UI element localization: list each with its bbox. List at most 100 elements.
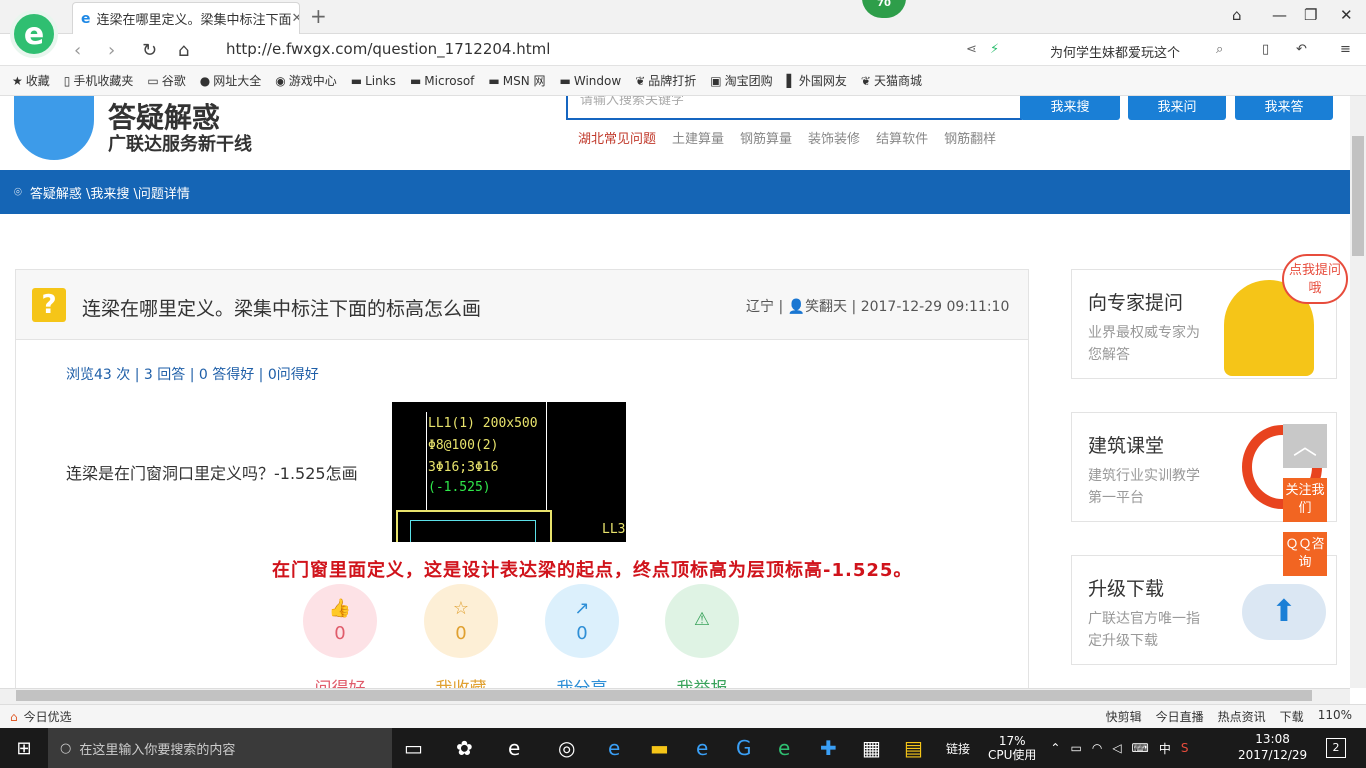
search-button[interactable]: 我来搜: [1020, 96, 1120, 120]
share-label[interactable]: 我分享: [545, 674, 619, 688]
report-label[interactable]: 我举报: [665, 674, 739, 688]
bookmark-item[interactable]: ❦ 品牌打折: [635, 72, 696, 89]
refresh-icon[interactable]: ↻: [142, 40, 157, 61]
bookmark-item[interactable]: ▬ Microsof: [410, 74, 474, 88]
qq-consult-button[interactable]: ＱＱ咨询: [1283, 532, 1327, 576]
like-label[interactable]: 问得好: [303, 674, 377, 688]
question-author[interactable]: 笑翻天: [805, 299, 847, 315]
today-picks[interactable]: 今日优选: [24, 708, 72, 725]
follow-us-button[interactable]: 关注我们: [1283, 478, 1327, 522]
cad-screenshot[interactable]: LL1(1) 200x500 Φ8@100(2) 3Φ16;3Φ16 (-1.5…: [392, 402, 626, 542]
report-button[interactable]: ⚠: [665, 584, 739, 658]
bookmark-item[interactable]: ▬ Links: [351, 74, 396, 88]
status-item[interactable]: 今日直播: [1156, 708, 1204, 725]
app-icon[interactable]: G: [736, 736, 752, 760]
bookmark-item[interactable]: ▯ 手机收藏夹: [64, 72, 134, 89]
category-link[interactable]: 湖北常见问题: [578, 128, 656, 147]
question-meta: 辽宁 | 👤笑翻天 | 2017-12-29 09:11:10: [746, 299, 1010, 315]
sogou-icon[interactable]: S: [1181, 741, 1189, 755]
share-icon[interactable]: ⋖: [966, 42, 977, 57]
app-icon[interactable]: ✿: [456, 736, 473, 760]
lightning-icon[interactable]: ⚡: [990, 42, 999, 57]
battery-icon[interactable]: ▭: [1070, 741, 1081, 755]
browser-logo-icon[interactable]: e: [10, 10, 58, 58]
search-icon[interactable]: ⌕: [1216, 42, 1223, 57]
browser-icon[interactable]: e: [778, 736, 790, 760]
bookmark-item[interactable]: ▌ 外国网友: [787, 72, 847, 89]
category-link[interactable]: 钢筋算量: [740, 128, 792, 147]
ask-button[interactable]: 我来问: [1128, 96, 1226, 120]
category-link[interactable]: 装饰装修: [808, 128, 860, 147]
ask-expert-card[interactable]: 向专家提问 业界最权威专家为您解答 点我提问哦: [1071, 254, 1348, 379]
menu-icon[interactable]: ≡: [1340, 42, 1351, 57]
ime-indicator[interactable]: 中: [1159, 740, 1171, 757]
undo-icon[interactable]: ↶: [1296, 42, 1307, 57]
wifi-icon[interactable]: ◠: [1092, 741, 1102, 755]
bookmark-item[interactable]: ◉ 游戏中心: [275, 72, 337, 89]
app-icon[interactable]: ✚: [820, 736, 837, 760]
category-link[interactable]: 钢筋翻样: [944, 128, 996, 147]
like-button[interactable]: 👍 0: [303, 584, 377, 658]
taskbar-search[interactable]: ○ 在这里输入你要搜索的内容: [48, 728, 392, 768]
app-icon[interactable]: ◎: [558, 736, 575, 760]
folder-icon[interactable]: ▬: [650, 736, 669, 760]
tab-active[interactable]: e 连梁在哪里定义。梁集中标注下面 ✕: [72, 2, 300, 34]
close-window-button[interactable]: ✕: [1340, 6, 1353, 24]
back-icon[interactable]: ‹: [74, 40, 81, 61]
category-link[interactable]: 土建算量: [672, 128, 724, 147]
ie-icon[interactable]: e: [608, 736, 620, 760]
home-icon[interactable]: ⌂: [178, 40, 189, 61]
search-suggestion[interactable]: 为何学生妹都爱玩这个: [1050, 42, 1180, 61]
horizontal-scroll-thumb[interactable]: [16, 690, 1312, 701]
favorite-button[interactable]: ☆ 0: [424, 584, 498, 658]
url-input[interactable]: http://e.fwxgx.com/question_1712204.html: [226, 40, 550, 58]
question-location: 辽宁: [746, 299, 774, 315]
bookmark-item[interactable]: ❦ 天猫商城: [861, 72, 922, 89]
new-tab-button[interactable]: +: [310, 4, 327, 28]
up-arrow-icon[interactable]: ⌃: [1050, 741, 1060, 755]
site-mascot-logo[interactable]: [14, 96, 94, 160]
bookmark-item[interactable]: ▬ MSN 网: [488, 72, 545, 89]
task-view-icon[interactable]: ▭: [404, 736, 423, 760]
phone-icon[interactable]: ▯: [1262, 42, 1269, 57]
zoom-level[interactable]: 110%: [1318, 708, 1352, 725]
back-to-top-button[interactable]: ︿: [1283, 424, 1327, 468]
question-text: 连梁是在门窗洞口里定义吗？-1.525怎画: [66, 464, 358, 483]
windows-start-icon[interactable]: ⊞: [0, 728, 48, 768]
ie-icon[interactable]: e: [696, 736, 708, 760]
status-item[interactable]: 热点资讯: [1218, 708, 1266, 725]
bookmark-item[interactable]: ● 网址大全: [200, 72, 262, 89]
star-icon: ☆: [452, 598, 470, 619]
forward-icon[interactable]: ›: [108, 40, 115, 61]
bookmark-item[interactable]: ▭ 谷歌: [147, 72, 185, 89]
status-item[interactable]: 下载: [1280, 708, 1304, 725]
keyboard-icon[interactable]: ⌨: [1132, 741, 1149, 755]
shirt-icon[interactable]: ⌂: [1232, 6, 1242, 24]
maximize-button[interactable]: ❐: [1304, 6, 1317, 24]
app-icon[interactable]: ▦: [862, 736, 881, 760]
edge-icon[interactable]: e: [508, 736, 520, 760]
breadcrumb: ⌾ 答疑解惑 \我来搜 \问题详情: [0, 170, 1350, 214]
clock[interactable]: 13:08 2017/12/29: [1238, 731, 1307, 763]
category-nav: 湖北常见问题 土建算量 钢筋算量 装饰装修 结算软件 钢筋翻样: [578, 128, 1012, 147]
notification-badge[interactable]: 2: [1326, 738, 1346, 758]
share-button[interactable]: ↗ 0: [545, 584, 619, 658]
category-link[interactable]: 结算软件: [876, 128, 928, 147]
globe-icon: ●: [199, 73, 211, 88]
favorite-label[interactable]: 我收藏: [424, 674, 498, 688]
notes-icon[interactable]: ▤: [904, 736, 923, 760]
taskbar: ⊞ ○ 在这里输入你要搜索的内容 ▭ ✿ e ◎ e ▬ e G e ✚ ▦ ▤…: [0, 728, 1366, 768]
bookmark-item[interactable]: ★ 收藏: [12, 72, 50, 89]
volume-icon[interactable]: ◁: [1112, 741, 1121, 755]
status-item[interactable]: 快剪辑: [1106, 708, 1142, 725]
tab-close-icon[interactable]: ✕: [292, 11, 299, 26]
bookmark-item[interactable]: ▣ 淘宝团购: [710, 72, 772, 89]
minimize-button[interactable]: —: [1272, 6, 1287, 24]
link-label[interactable]: 链接: [946, 740, 970, 757]
site-search-input[interactable]: 请输入搜索关键字: [566, 96, 1022, 120]
answer-button[interactable]: 我来答: [1235, 96, 1333, 120]
bookmark-item[interactable]: ▬ Window: [560, 74, 622, 88]
folder-icon: ▬: [350, 73, 363, 88]
vertical-scroll-thumb[interactable]: [1352, 136, 1364, 256]
breadcrumb-text[interactable]: 答疑解惑 \我来搜 \问题详情: [30, 183, 190, 202]
